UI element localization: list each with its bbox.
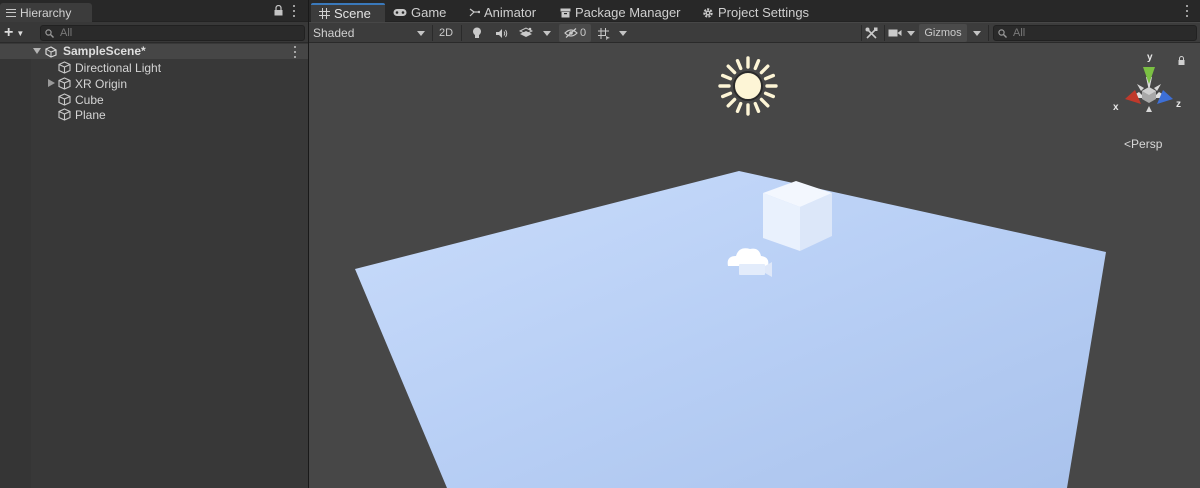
tab-hierarchy[interactable]: Hierarchy — [0, 3, 92, 22]
hierarchy-search-placeholder: All — [60, 27, 73, 39]
draw-mode-dropdown[interactable]: Shaded — [313, 24, 429, 42]
hierarchy-toolbar: + ▼ All — [0, 23, 308, 43]
tab-animator-label: Animator — [484, 5, 537, 20]
tab-scene-label: Scene — [334, 6, 371, 21]
speaker-icon — [495, 28, 507, 38]
list-item[interactable]: Directional Light — [48, 60, 161, 75]
gizmos-label: Gizmos — [924, 27, 962, 39]
draw-mode-value: Shaded — [313, 26, 355, 40]
hidden-objects-toggle[interactable]: 0 — [559, 24, 591, 42]
tab-scene[interactable]: Scene — [311, 3, 385, 22]
scene-toolbar: Shaded 2D 0 Gizmos All — [309, 23, 1200, 43]
scene-search-placeholder: All — [1013, 27, 1026, 39]
expand-arrow-icon[interactable] — [33, 47, 41, 55]
audio-toggle-button[interactable] — [493, 24, 509, 42]
object-name: Cube — [75, 92, 104, 107]
animator-icon — [469, 7, 480, 18]
search-icon — [998, 28, 1007, 38]
plus-icon: + — [4, 24, 14, 41]
scene-panel: Scene Game Animator Package Manager Proj… — [309, 0, 1200, 488]
chevron-down-icon: ▼ — [16, 28, 25, 38]
object-name: Directional Light — [75, 60, 162, 75]
editor-tab-bar: Scene Game Animator Package Manager Proj… — [309, 0, 1200, 22]
lock-icon[interactable] — [274, 5, 283, 16]
lighting-toggle-button[interactable] — [469, 24, 485, 42]
projection-toggle[interactable]: <Persp — [1124, 137, 1162, 151]
tab-project-settings-label: Project Settings — [718, 5, 810, 20]
tools-button[interactable] — [863, 24, 879, 42]
persp-arrow-icon: < — [1124, 137, 1132, 151]
directional-light-icon[interactable] — [718, 56, 778, 116]
package-icon — [560, 8, 571, 18]
lightbulb-icon — [473, 27, 481, 38]
grid-snap-button[interactable] — [595, 24, 611, 42]
gameobject-icon — [58, 108, 71, 121]
gizmo-lock-icon[interactable] — [1178, 56, 1185, 66]
list-item[interactable]: Cube — [48, 92, 104, 107]
gameobject-icon — [58, 61, 71, 74]
unity-scene-icon — [45, 46, 57, 58]
object-name: XR Origin — [75, 76, 128, 91]
tab-project-settings[interactable]: Project Settings — [702, 3, 809, 22]
effects-dropdown[interactable] — [541, 24, 553, 42]
eye-slash-icon — [564, 28, 578, 38]
2d-toggle-label: 2D — [438, 27, 454, 39]
search-icon — [45, 28, 54, 38]
scene-name: SampleScene* — [63, 44, 146, 58]
tab-package-manager[interactable]: Package Manager — [560, 3, 681, 22]
chevron-down-icon — [619, 30, 627, 36]
projection-label: Persp — [1131, 137, 1163, 151]
hamburger-icon — [6, 8, 16, 17]
cube-object[interactable] — [763, 181, 832, 251]
scene-menu-icon[interactable] — [293, 46, 297, 58]
grid-snap-icon — [597, 27, 610, 40]
tab-animator[interactable]: Animator — [469, 3, 536, 22]
tab-game-label: Game — [411, 5, 447, 20]
gear-icon — [702, 7, 714, 19]
scene-panel-menu-icon[interactable] — [1185, 5, 1189, 17]
tools-icon — [865, 27, 877, 39]
scene-search-input[interactable]: All — [993, 25, 1197, 41]
tab-game[interactable]: Game — [393, 3, 446, 22]
axis-label-z: z — [1176, 99, 1181, 110]
orientation-gizmo[interactable]: y x z — [1113, 52, 1181, 113]
camera-settings-dropdown[interactable] — [905, 24, 917, 42]
2d-toggle-button[interactable]: 2D — [435, 24, 457, 42]
camera-icon — [888, 29, 902, 37]
hierarchy-search-input[interactable]: All — [40, 25, 305, 41]
grid-snap-dropdown[interactable] — [617, 24, 629, 42]
hierarchy-gutter — [0, 44, 31, 488]
axis-label-y: y — [1147, 52, 1153, 63]
gamepad-icon — [393, 8, 407, 17]
scene-viewport[interactable]: y x z <Persp — [309, 44, 1200, 488]
tab-hierarchy-label: Hierarchy — [20, 5, 72, 20]
tab-package-manager-label: Package Manager — [575, 5, 681, 20]
chevron-down-icon — [543, 30, 551, 36]
object-name: Plane — [75, 107, 106, 122]
scene-canvas[interactable]: y x z — [309, 44, 1200, 488]
add-object-button[interactable]: + ▼ — [4, 24, 34, 41]
list-item[interactable]: XR Origin — [48, 76, 127, 91]
gizmos-button[interactable]: Gizmos — [919, 24, 967, 42]
hidden-count: 0 — [579, 27, 587, 39]
plane-object[interactable] — [355, 171, 1106, 488]
chevron-down-icon — [973, 30, 981, 36]
grid-icon — [319, 8, 330, 19]
scene-row[interactable]: SampleScene* — [0, 44, 308, 59]
hierarchy-panel: Hierarchy + ▼ All SampleScene* Direction… — [0, 0, 308, 488]
hierarchy-tree: SampleScene* Directional Light XR Origin — [0, 44, 308, 488]
effects-toggle-button[interactable] — [517, 24, 535, 42]
axis-label-x: x — [1113, 102, 1119, 113]
hierarchy-tab-bar: Hierarchy — [0, 0, 308, 22]
gizmos-dropdown[interactable] — [969, 24, 985, 42]
list-item[interactable]: Plane — [48, 107, 106, 122]
chevron-down-icon — [907, 30, 915, 36]
gameobject-icon — [58, 77, 71, 90]
expand-arrow-icon[interactable] — [48, 79, 55, 87]
hierarchy-menu-icon[interactable] — [292, 5, 296, 17]
camera-settings-button[interactable] — [887, 24, 903, 42]
chevron-down-icon — [417, 30, 425, 36]
effects-icon — [519, 27, 533, 37]
gameobject-icon — [58, 93, 71, 106]
